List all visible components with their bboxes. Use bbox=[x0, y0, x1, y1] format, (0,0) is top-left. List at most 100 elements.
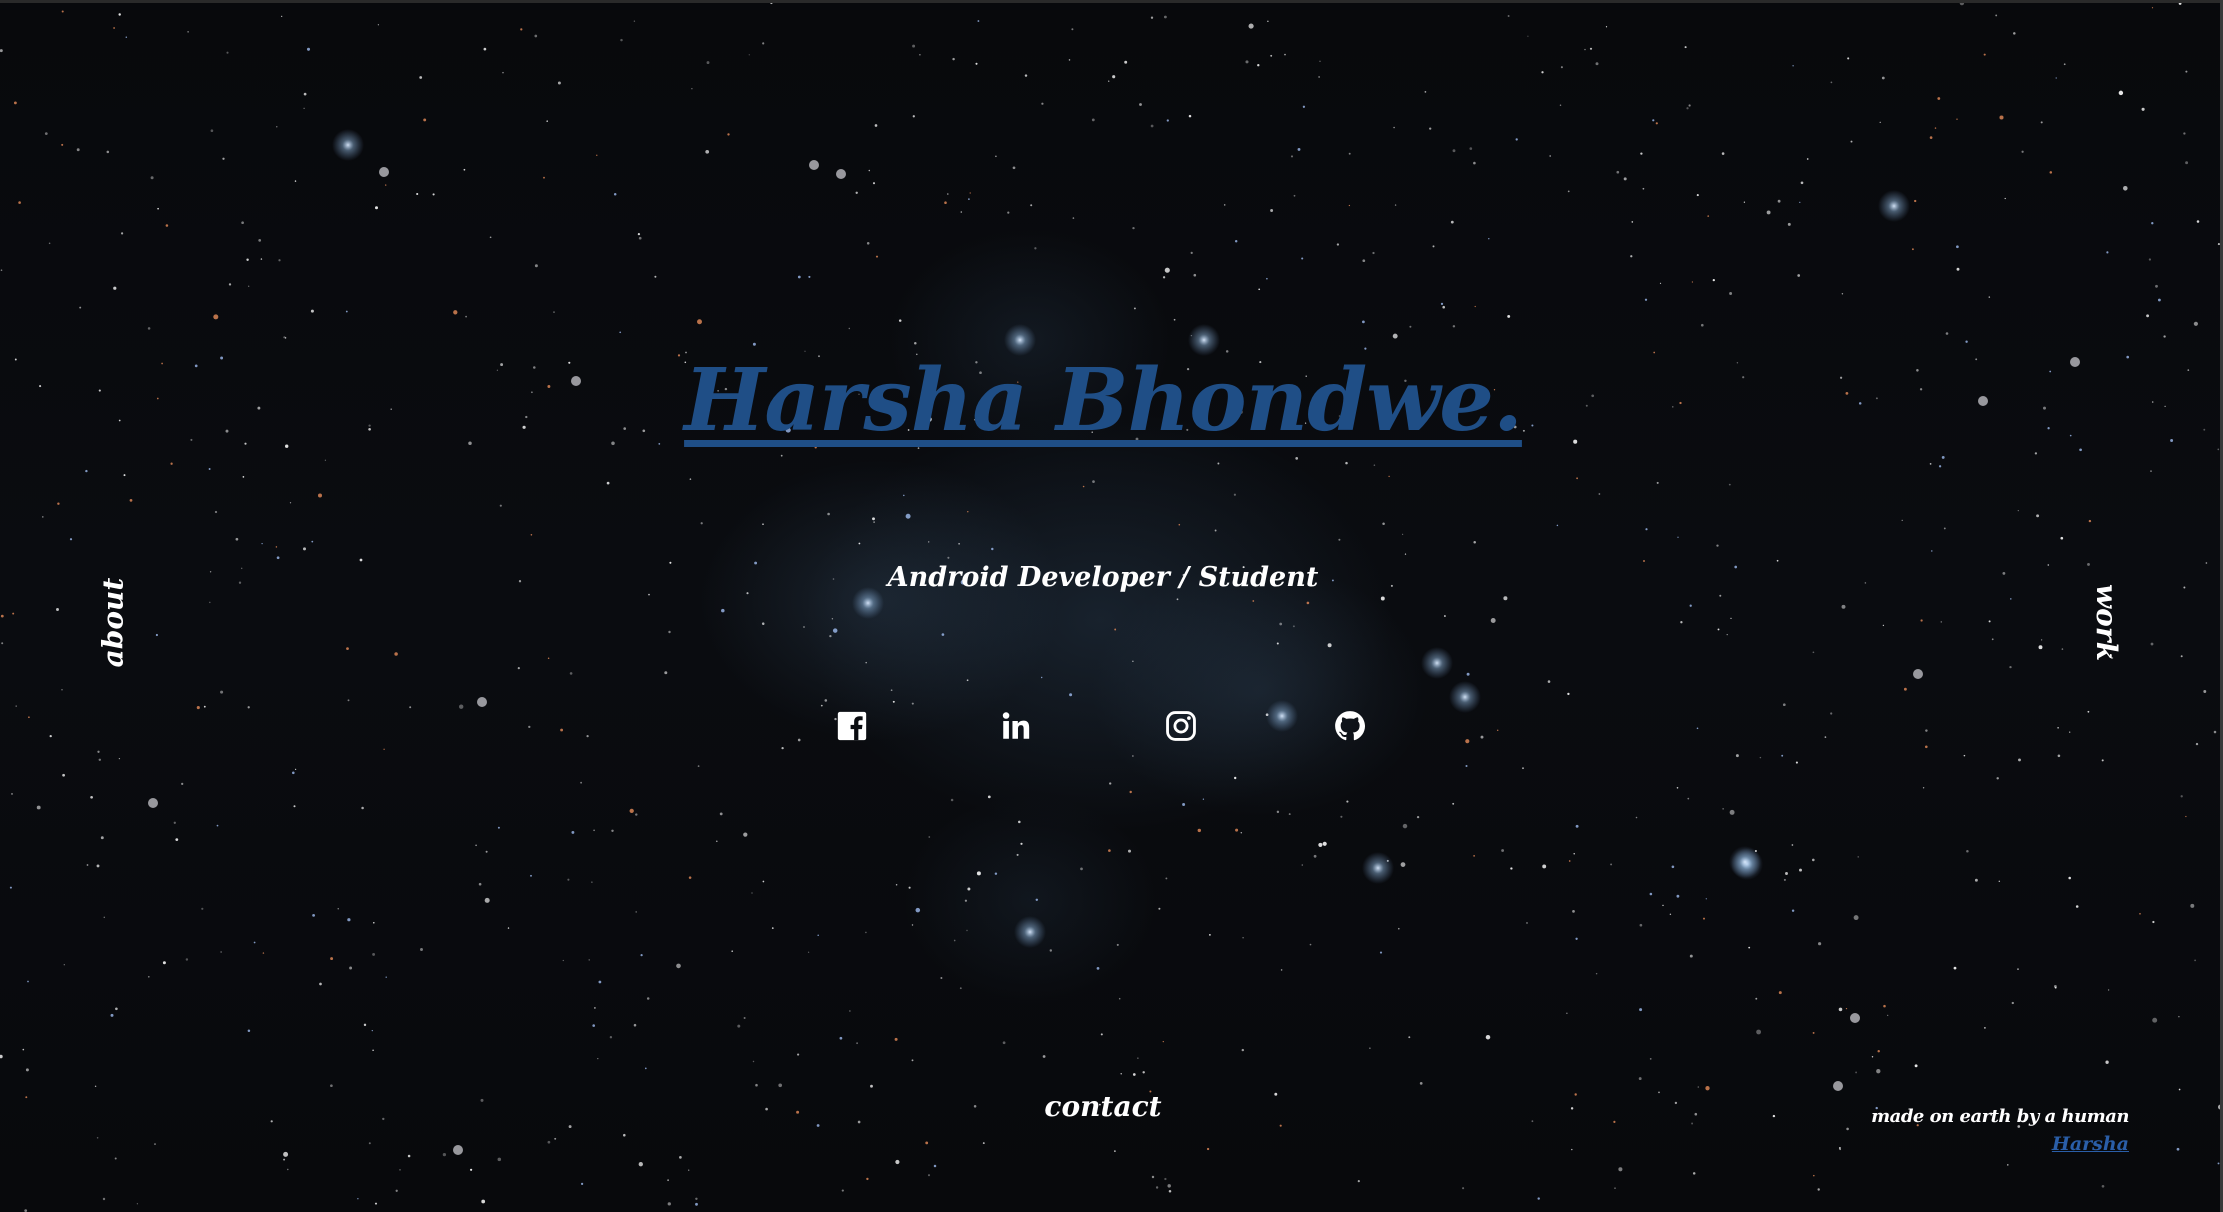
star bbox=[976, 871, 981, 876]
star bbox=[44, 132, 48, 135]
star bbox=[1284, 53, 1286, 56]
bright-star bbox=[1878, 190, 1910, 222]
star bbox=[1649, 892, 1653, 896]
star bbox=[1556, 524, 1559, 527]
footer-author-link[interactable]: Harsha bbox=[2052, 1133, 2129, 1155]
star bbox=[1276, 642, 1279, 645]
star bbox=[2176, 1147, 2180, 1151]
star bbox=[1996, 777, 1999, 780]
instagram-link[interactable] bbox=[1161, 706, 1201, 746]
star bbox=[827, 512, 830, 516]
star bbox=[2157, 298, 2161, 302]
star bbox=[1857, 856, 1859, 858]
star bbox=[928, 541, 930, 543]
star bbox=[330, 1084, 333, 1088]
star bbox=[2018, 758, 2021, 762]
star bbox=[1680, 621, 1683, 624]
star bbox=[1855, 1071, 1858, 1074]
star bbox=[283, 1151, 289, 1157]
star bbox=[157, 207, 159, 210]
star bbox=[1182, 803, 1186, 806]
star bbox=[0, 49, 3, 53]
facebook-link[interactable] bbox=[832, 706, 872, 746]
star bbox=[892, 700, 895, 703]
star bbox=[580, 781, 582, 784]
star bbox=[613, 193, 617, 196]
star bbox=[1151, 1175, 1155, 1179]
star bbox=[751, 892, 753, 894]
star bbox=[2057, 754, 2061, 758]
star bbox=[1589, 47, 1593, 50]
star bbox=[911, 702, 914, 705]
star bbox=[1162, 276, 1166, 279]
star bbox=[1206, 1147, 1210, 1151]
star bbox=[762, 880, 765, 883]
star bbox=[562, 959, 564, 962]
star bbox=[1112, 75, 1116, 79]
star bbox=[534, 264, 538, 268]
star bbox=[1515, 138, 1518, 141]
hero-title-link[interactable]: Harsha Bhondwe. bbox=[0, 350, 2206, 451]
bright-star bbox=[1362, 852, 1394, 884]
star bbox=[2148, 258, 2152, 261]
star bbox=[743, 832, 748, 837]
star bbox=[235, 537, 239, 541]
star bbox=[1503, 596, 1508, 601]
linkedin-link[interactable] bbox=[996, 706, 1036, 746]
star bbox=[1527, 35, 1529, 37]
star bbox=[619, 331, 622, 334]
page-background: Harsha Bhondwe. Android Developer / Stud… bbox=[0, 0, 2223, 1212]
star bbox=[2010, 598, 2012, 600]
star bbox=[2009, 665, 2012, 669]
star bbox=[1638, 1077, 1642, 1081]
star bbox=[1838, 1007, 1843, 1012]
star bbox=[933, 1164, 937, 1168]
star bbox=[1018, 820, 1021, 824]
github-link[interactable] bbox=[1330, 706, 1370, 746]
star bbox=[276, 556, 280, 560]
star bbox=[689, 478, 692, 480]
star bbox=[2101, 759, 2104, 762]
star bbox=[534, 34, 538, 38]
star bbox=[890, 689, 893, 692]
about-link[interactable]: about bbox=[96, 578, 129, 668]
star bbox=[1792, 65, 1794, 67]
star bbox=[755, 1083, 758, 1087]
star bbox=[113, 286, 117, 290]
star bbox=[2036, 514, 2040, 518]
star bbox=[530, 534, 533, 536]
star bbox=[1783, 878, 1786, 881]
star bbox=[982, 1142, 985, 1145]
star bbox=[1882, 624, 1885, 627]
star bbox=[737, 1024, 741, 1028]
star bbox=[1041, 102, 1044, 105]
star bbox=[1631, 221, 1634, 223]
star bbox=[1466, 672, 1470, 676]
star bbox=[419, 76, 423, 79]
star bbox=[383, 748, 385, 750]
star bbox=[1903, 687, 1907, 691]
star bbox=[294, 768, 297, 771]
star bbox=[975, 62, 978, 65]
star bbox=[1165, 877, 1168, 880]
work-link[interactable]: work bbox=[2090, 584, 2123, 661]
star bbox=[1362, 320, 1365, 324]
star bbox=[803, 626, 805, 628]
star bbox=[1671, 865, 1675, 869]
star bbox=[96, 864, 100, 868]
star bbox=[676, 963, 681, 969]
star bbox=[1717, 628, 1720, 631]
star bbox=[1547, 680, 1551, 683]
star bbox=[1240, 831, 1243, 834]
star bbox=[103, 916, 106, 919]
star bbox=[2105, 1060, 2109, 1064]
star bbox=[395, 1189, 398, 1192]
star bbox=[1953, 966, 1957, 970]
star bbox=[330, 957, 334, 961]
star bbox=[2021, 150, 2024, 153]
star bbox=[284, 337, 287, 339]
star bbox=[2185, 70, 2188, 73]
star bbox=[361, 806, 364, 810]
star bbox=[63, 964, 65, 966]
star bbox=[958, 542, 960, 545]
